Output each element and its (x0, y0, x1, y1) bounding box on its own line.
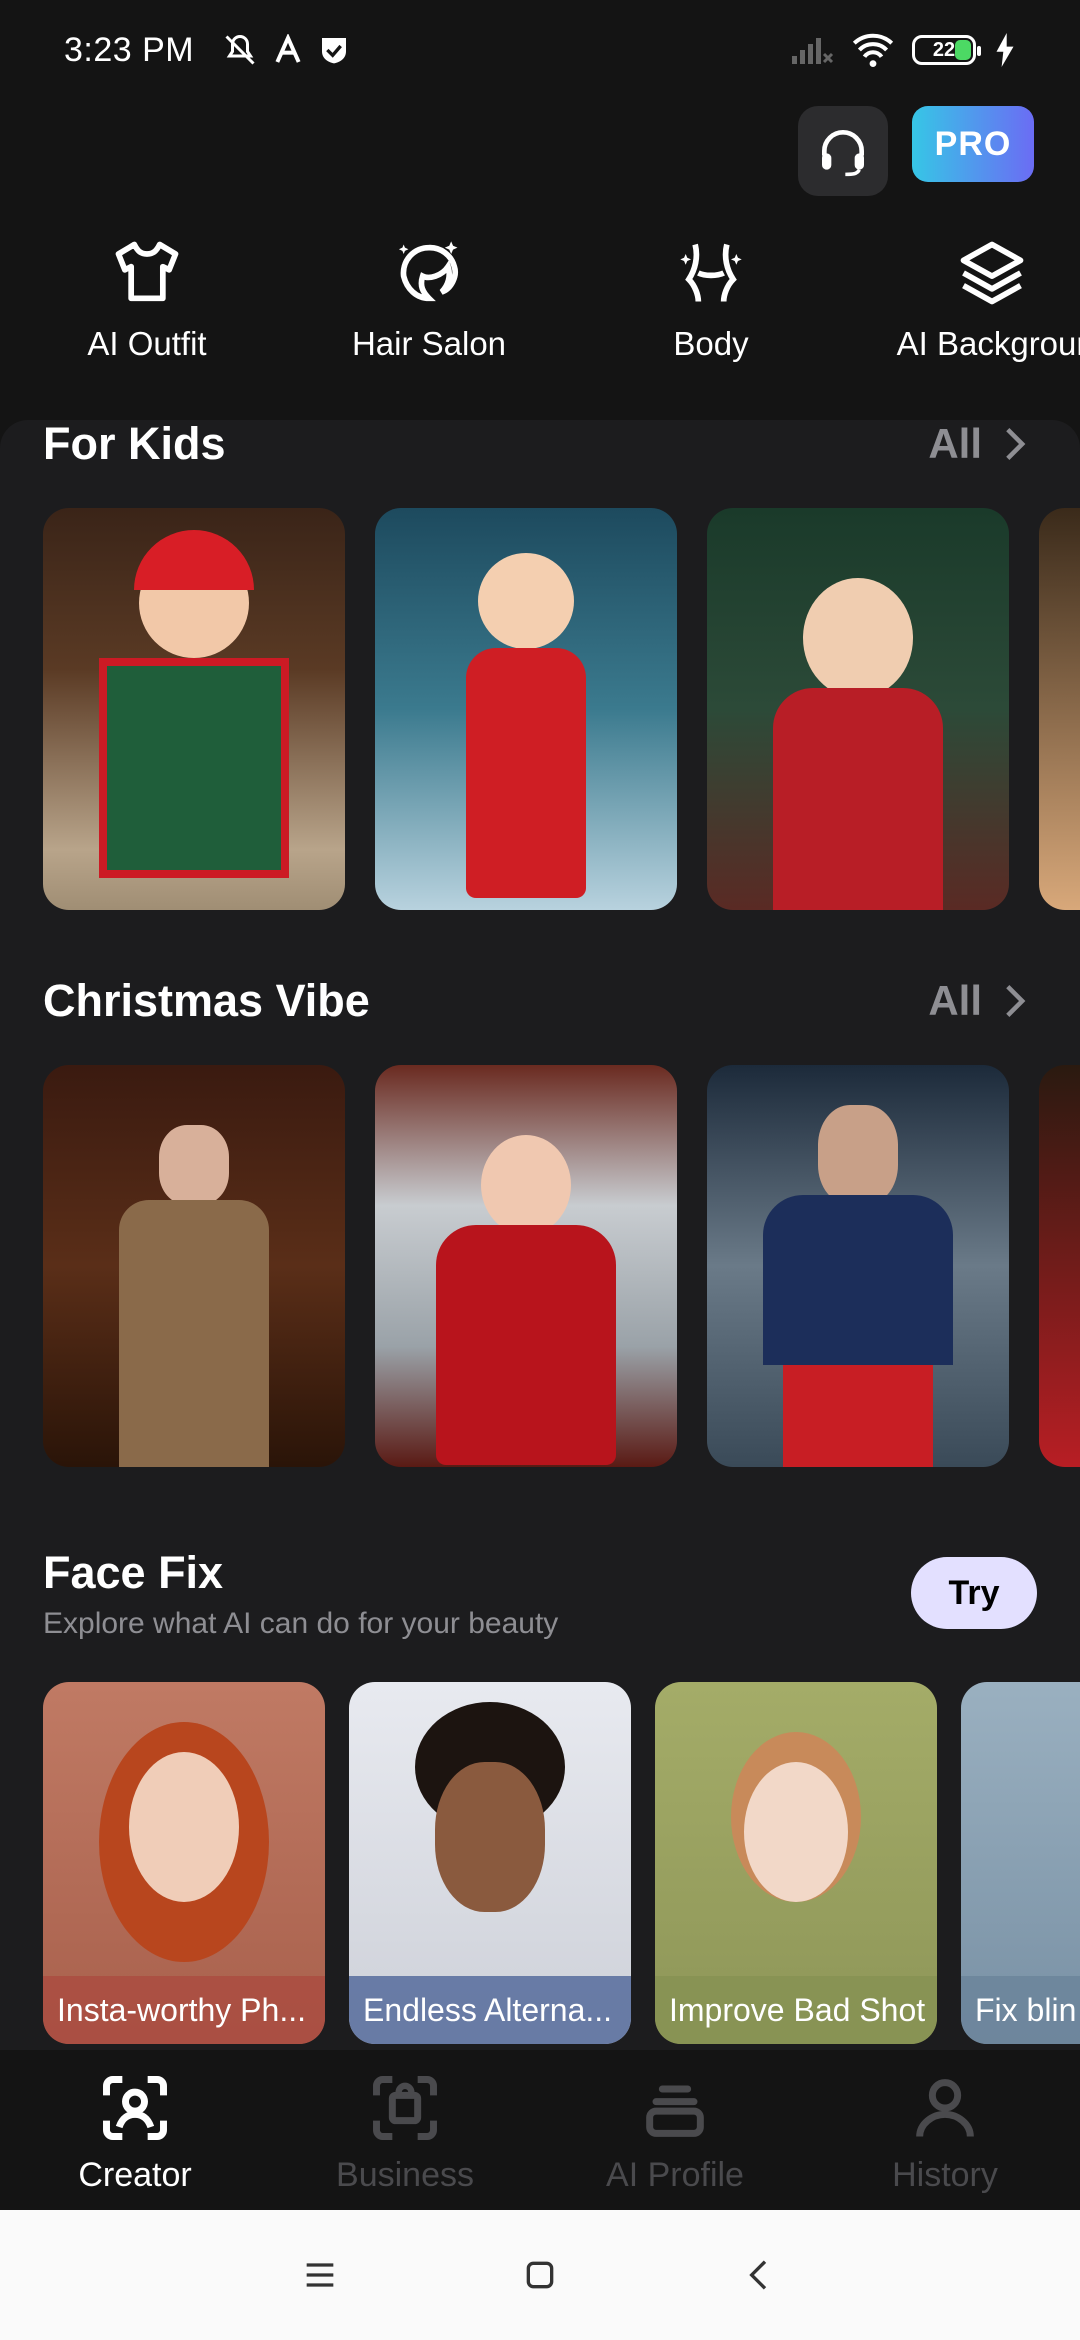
kids-card[interactable] (1039, 508, 1080, 910)
all-label: All (928, 977, 982, 1024)
chevron-right-icon (1006, 985, 1026, 1017)
tool-label: Hair Salon (351, 325, 507, 362)
system-nav-bar (0, 2210, 1080, 2340)
hair-icon (398, 241, 458, 302)
status-right: 22 (790, 33, 1016, 67)
kids-card[interactable] (43, 508, 345, 910)
card-figure (99, 658, 289, 878)
top-actions: PRO (798, 106, 1034, 196)
card-figure (773, 688, 943, 910)
status-time: 3:23 PM (64, 30, 195, 69)
business-icon (373, 2076, 437, 2140)
pro-button[interactable]: PRO (912, 106, 1034, 182)
card-figure (466, 648, 586, 898)
tool-label: AI Backgrour (896, 325, 1080, 362)
card-figure (818, 1105, 898, 1205)
signal-icon (792, 38, 834, 64)
facefix-caption: Insta-worthy Ph... (43, 1976, 325, 2044)
back-icon[interactable] (740, 2255, 780, 2295)
nav-label: AI Profile (606, 2156, 744, 2194)
facefix-card-row: Insta-worthy Ph... Endless Alterna... Im… (43, 1682, 1080, 2044)
kids-card[interactable] (707, 508, 1009, 910)
charging-icon (996, 33, 1014, 67)
try-button[interactable]: Try (911, 1557, 1037, 1629)
card-figure (803, 578, 913, 698)
kids-card-row (43, 508, 1080, 910)
tool-body[interactable]: Body (581, 235, 841, 363)
chevron-right-icon (1006, 428, 1026, 460)
christmas-card-row (43, 1065, 1080, 1467)
facefix-caption: Endless Alterna... (349, 1976, 631, 2044)
mute-icon (225, 34, 255, 65)
section-title: Face Fix (43, 1547, 224, 1598)
card-figure (159, 1125, 229, 1205)
facefix-caption: Fix blin (961, 1976, 1080, 2044)
section-title: Christmas Vibe (43, 975, 370, 1026)
kids-card[interactable] (375, 508, 677, 910)
card-figure (763, 1195, 953, 1365)
tool-label: AI Outfit (87, 325, 207, 362)
christmas-card[interactable] (707, 1065, 1009, 1467)
nav-label: Business (336, 2156, 474, 2194)
nav-creator[interactable]: Creator (0, 2050, 270, 2210)
card-figure (478, 553, 574, 649)
creator-scan-icon (103, 2076, 167, 2140)
wifi-icon (852, 33, 894, 67)
all-label: All (928, 420, 982, 467)
menu-icon[interactable] (300, 2255, 340, 2295)
section-subtitle: Explore what AI can do for your beauty (43, 1607, 559, 1640)
tool-ai-background[interactable]: AI Backgrour (862, 235, 1080, 363)
christmas-card[interactable] (43, 1065, 345, 1467)
profile-stack-icon (646, 2085, 704, 2137)
shield-check-icon (322, 38, 347, 64)
nav-label: Creator (78, 2156, 192, 2194)
shirt-icon (115, 241, 179, 302)
facefix-card[interactable]: Improve Bad Shot (655, 1682, 937, 2044)
card-figure (783, 1365, 933, 1467)
nav-ai-profile[interactable]: AI Profile (540, 2050, 810, 2210)
tool-hair-salon[interactable]: Hair Salon (299, 235, 559, 363)
section-header-facefix: Face Fix (43, 1547, 1026, 1599)
tool-ai-outfit[interactable]: AI Outfit (17, 235, 277, 363)
bottom-nav: Creator Business AI Profile History (0, 2050, 1080, 2210)
status-icons-left (222, 32, 350, 68)
section-header-kids: For Kids All (43, 418, 1026, 470)
facefix-card[interactable]: Insta-worthy Ph... (43, 1682, 325, 2044)
facefix-card[interactable]: Fix blin (961, 1682, 1080, 2044)
body-icon (680, 243, 742, 302)
card-figure (744, 1762, 848, 1902)
christmas-card[interactable] (1039, 1065, 1080, 1467)
section-header-christmas: Christmas Vibe All (43, 975, 1026, 1027)
nav-label: History (892, 2156, 998, 2194)
card-figure (436, 1225, 616, 1465)
nav-business[interactable]: Business (270, 2050, 540, 2210)
layers-icon (960, 241, 1024, 305)
christmas-card[interactable] (375, 1065, 677, 1467)
card-figure (481, 1135, 571, 1235)
see-all-christmas-link[interactable]: All (928, 977, 1026, 1025)
status-bar: 3:23 PM 22 (0, 0, 1080, 100)
card-figure (129, 1752, 239, 1902)
tool-label: Body (673, 325, 749, 362)
person-icon (916, 2079, 974, 2137)
facefix-caption: Improve Bad Shot (655, 1976, 937, 2044)
see-all-kids-link[interactable]: All (928, 420, 1026, 468)
card-figure (134, 530, 254, 590)
home-icon[interactable] (520, 2255, 560, 2295)
section-title: For Kids (43, 418, 226, 469)
tools-row: AI Outfit Hair Salon Body AI Backgrour (0, 235, 1080, 375)
card-figure (119, 1200, 269, 1467)
card-figure (435, 1762, 545, 1912)
facefix-card[interactable]: Endless Alterna... (349, 1682, 631, 2044)
support-button[interactable] (798, 106, 888, 196)
headset-icon (822, 130, 864, 177)
nav-history[interactable]: History (810, 2050, 1080, 2210)
battery-indicator: 22 (912, 35, 981, 65)
a-icon (275, 34, 301, 63)
